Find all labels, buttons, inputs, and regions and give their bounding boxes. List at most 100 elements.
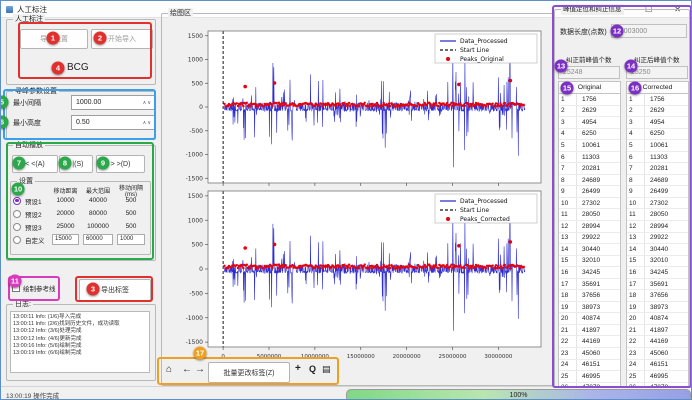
row-index: 3 [627,117,645,128]
table-row: 1430440 [559,244,620,256]
signal-plots-canvas[interactable]: 150010005000-500-1000-1500Data_Processed… [164,17,550,363]
row-index: 1 [559,94,577,105]
preset-custom-input[interactable]: 15000 [52,234,79,245]
preset-label: 预设1 [25,196,50,206]
progress-bar: 100% [346,389,691,400]
peak-value: 2629 [645,107,664,114]
peak-value: 20281 [577,165,600,172]
row-index: 18 [559,290,577,301]
table-row: 11756 [559,94,620,106]
row-index: 3 [559,117,577,128]
peaks-table-corrected[interactable]: Corrected1175622629349544625051006161130… [626,81,689,400]
peak-value: 29922 [645,234,668,241]
svg-text:20000000: 20000000 [393,354,421,360]
peak-value: 28050 [645,211,668,218]
preset-custom-input[interactable]: 60000 [83,234,113,245]
row-index: 18 [627,290,645,301]
preset-value: 500 [115,197,147,204]
spinner-arrows-icon[interactable]: ∧∨ [143,120,154,126]
table-row: 1329922 [559,233,620,245]
peak-value: 45060 [645,350,668,357]
back-icon[interactable]: ← [182,364,192,375]
row-index: 16 [627,267,645,278]
zoom-icon[interactable]: Q [309,364,316,374]
peak-value: 35691 [577,281,600,288]
peak-value: 46995 [645,373,668,380]
table-row: 1228994 [559,221,620,233]
table-row: 46250 [559,129,620,141]
preset-table-header: 移动距离 最大范围 移动间隔(ms) [13,183,147,194]
table-row: 2040874 [559,313,620,325]
after-count-label: 纠正后峰值个数 [634,54,680,64]
som-marker-9: 9 [97,157,110,170]
preset-value: 20000 [50,210,81,217]
min-height-spinbox[interactable]: 0.50 ∧∨ [71,115,155,130]
batch-edit-labels-button[interactable]: 批量更改标签(Z) [208,362,290,383]
preset-custom-input[interactable]: 1000 [117,234,145,245]
pan-icon[interactable]: + [295,363,301,374]
peak-value: 26499 [577,188,600,195]
svg-text:-1000: -1000 [186,315,204,322]
preset-radio[interactable] [13,210,21,218]
svg-text:Start Line: Start Line [460,47,489,54]
row-index: 24 [559,360,577,371]
forward-icon[interactable]: → [195,364,205,375]
row-index: 20 [559,313,577,324]
row-index: 5 [627,140,645,151]
svg-text:1000: 1000 [188,217,203,224]
manual-annotation-group-label: 人工标注 [13,14,45,25]
peak-value: 40874 [645,315,668,322]
peak-value: 20281 [645,165,668,172]
row-index: 10 [559,198,577,209]
preset-radio[interactable] [13,223,21,231]
preset-radio[interactable] [13,236,21,244]
row-index: 17 [627,279,645,290]
peak-value: 41897 [577,327,600,334]
peak-value: 37656 [577,292,600,299]
peak-value: 1756 [577,96,596,103]
peak-value: 2629 [577,107,596,114]
min-height-label: 最小高度 [13,118,41,128]
peak-value: 45060 [577,350,600,357]
som-marker-3: 3 [87,283,100,296]
home-icon[interactable]: ⌂ [166,364,172,375]
status-bar: 13:00:19 操作完成 100% [1,386,691,400]
preset-rows: 预设11000040000500预设22000080000500预设325000… [13,194,147,246]
som-marker-2: 2 [94,32,107,45]
table-row: 1532010 [559,256,620,268]
svg-text:-500: -500 [189,128,203,135]
table-row: 1837656 [559,290,620,302]
min-interval-spinbox[interactable]: 1000.00 ∧∨ [71,95,155,110]
data-length-label: 数据长度(点数) [560,27,607,37]
svg-text:Start Line: Start Line [460,207,489,214]
peaks-table-original[interactable]: Original11756226293495446250510061611303… [558,81,621,400]
peak-value: 34245 [577,269,600,276]
row-index: 7 [559,163,577,174]
peak-value: 30440 [577,246,600,253]
preset-table: 移动距离 最大范围 移动间隔(ms) 预设11000040000500预设220… [13,183,147,246]
log-list[interactable]: 13:00:11 Info: (1/6)导入完成13:00:11 Info: (… [10,311,150,373]
table-row: 46250 [627,129,688,141]
table-row: 510061 [627,140,688,152]
som-marker-11: 11 [9,275,22,288]
preset-radio[interactable] [13,197,21,205]
table-row: 611303 [559,152,620,164]
svg-text:Peaks_Corrected: Peaks_Corrected [460,216,510,223]
peak-value: 46151 [645,361,668,368]
som-marker-13: 13 [555,60,568,73]
row-index: 13 [627,233,645,244]
row-index: 17 [559,279,577,290]
som-marker-14: 14 [625,60,638,73]
peak-value: 27302 [577,200,600,207]
app-icon [6,6,13,13]
row-index: 2 [627,106,645,117]
svg-text:Peaks_Original: Peaks_Original [460,56,504,63]
spinner-arrows-icon[interactable]: ∧∨ [143,100,154,106]
min-interval-value: 1000.00 [76,99,143,106]
table-row: 1634245 [559,267,620,279]
table-row: 2446151 [627,360,688,372]
log-line: 13:00:16 Info: (5/6)绘制完成 [13,343,149,350]
peak-value: 28050 [577,211,600,218]
save-icon[interactable]: ▤ [322,364,331,375]
svg-text:25000000: 25000000 [438,354,466,360]
